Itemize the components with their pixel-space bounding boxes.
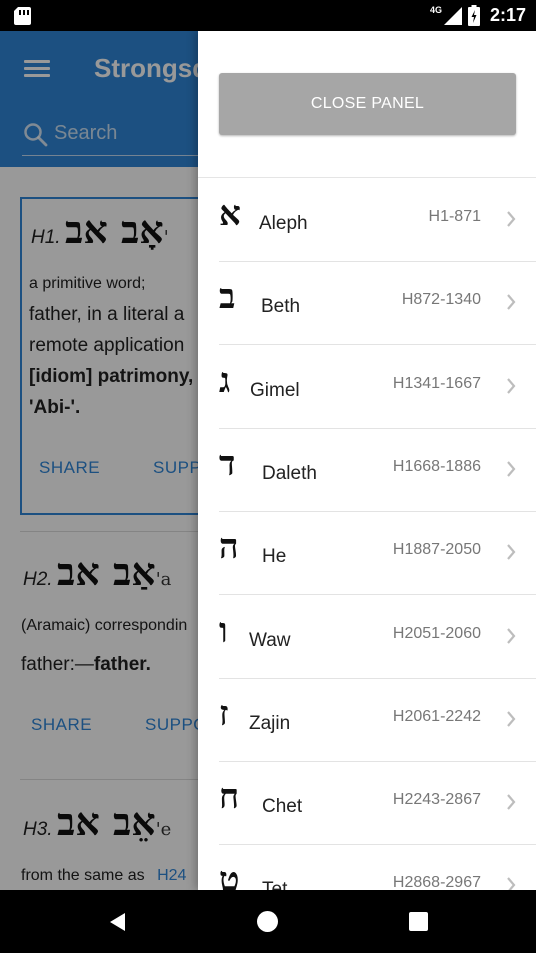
letter-range: H2868-2967: [392, 874, 481, 890]
chevron-right-icon: [507, 711, 516, 727]
letter-row-waw[interactable]: ו Waw H2051-2060: [219, 595, 536, 679]
letter-row-beth[interactable]: ב Beth H872-1340: [219, 261, 536, 346]
letter-name: Tet: [262, 879, 288, 890]
chevron-right-icon: [507, 211, 516, 227]
battery-icon: [467, 5, 480, 26]
letter-glyph: ד: [219, 443, 236, 484]
letter-row-tet[interactable]: ט Tet H2868-2967: [219, 844, 536, 890]
system-nav-bar: [0, 890, 536, 953]
letter-range: H2051-2060: [392, 624, 481, 642]
letter-glyph: ג: [219, 360, 231, 401]
letter-row-gimel[interactable]: ג Gimel H1341-1667: [219, 345, 536, 429]
letter-range: H1341-1667: [392, 374, 481, 392]
network-type: 4G: [429, 4, 442, 15]
letter-range: H872-1340: [401, 291, 481, 309]
letter-name: He: [262, 546, 287, 568]
letter-name: Waw: [249, 629, 291, 651]
letter-row-chet[interactable]: ח Chet H2243-2867: [219, 761, 536, 846]
letter-glyph: ה: [219, 527, 239, 568]
letter-range: H1887-2050: [392, 541, 481, 559]
letter-range: H1668-1886: [392, 457, 481, 475]
letter-name: Aleph: [259, 213, 308, 234]
letter-range: H1-871: [428, 208, 481, 225]
chevron-right-icon: [507, 377, 516, 394]
letter-range: H2243-2867: [392, 791, 481, 809]
letter-name: Chet: [262, 796, 303, 818]
letter-row-he[interactable]: ה He H1887-2050: [219, 511, 536, 596]
letter-name: Gimel: [250, 379, 300, 401]
letter-glyph: ב: [219, 277, 236, 318]
alphabet-drawer: CLOSE PANEL א Aleph H1-871 ב Beth H872-1340 ג G…: [198, 31, 536, 890]
back-icon[interactable]: [108, 912, 128, 932]
letter-glyph: ו: [219, 610, 228, 651]
chevron-right-icon: [507, 294, 516, 311]
letter-row-aleph[interactable]: א Aleph H1-871: [219, 178, 536, 262]
signal-icon: [443, 6, 462, 25]
sim-card-icon: [14, 7, 31, 25]
chevron-right-icon: [507, 627, 516, 644]
clock: 2:17: [489, 5, 526, 25]
letter-range: H2061-2242: [392, 707, 481, 725]
chevron-right-icon: [507, 877, 516, 890]
chevron-right-icon: [507, 544, 516, 560]
letter-name: Zajin: [249, 712, 291, 734]
letter-row-zajin[interactable]: ז Zajin H2061-2242: [219, 678, 536, 762]
letter-glyph: א: [219, 194, 241, 234]
letter-glyph: ח: [219, 777, 240, 818]
chevron-right-icon: [507, 794, 516, 810]
chevron-right-icon: [507, 461, 516, 477]
home-icon[interactable]: [257, 911, 278, 932]
close-panel-button[interactable]: CLOSE PANEL: [219, 73, 516, 135]
letter-name: Daleth: [262, 462, 317, 484]
letter-name: Beth: [261, 296, 301, 318]
letter-row-daleth[interactable]: ד Daleth H1668-1886: [219, 428, 536, 512]
status-bar: 4G 2:17: [0, 0, 536, 31]
letter-glyph: ז: [219, 693, 229, 734]
letter-glyph: ט: [219, 860, 240, 890]
recents-icon[interactable]: [409, 912, 428, 931]
